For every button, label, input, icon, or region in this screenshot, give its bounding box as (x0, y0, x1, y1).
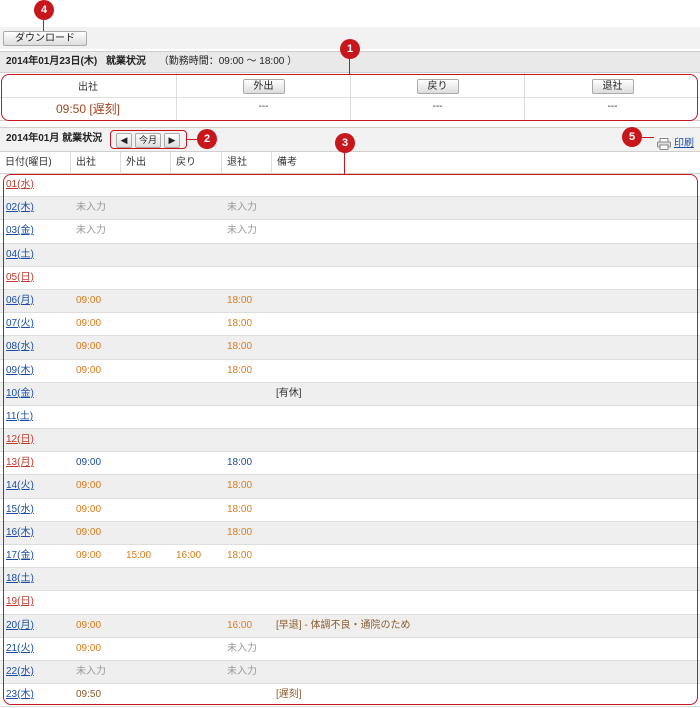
col-clock-in: 出社 (70, 152, 120, 174)
callout-box-2 (110, 130, 187, 149)
callout-marker-2: 2 (197, 129, 217, 149)
col-leave: 退社 (221, 152, 271, 174)
callout-line-4 (43, 20, 44, 31)
today-status-title: 就業状況 (105, 56, 146, 67)
work-hours: （勤務時間：09:00 〜 18:00 ） (158, 56, 298, 67)
callout-marker-3: 3 (335, 133, 355, 153)
monthly-title: 2014年01月 就業状況 (6, 133, 103, 144)
download-button[interactable]: ダウンロード (3, 31, 87, 46)
callout-line-3 (344, 153, 345, 174)
callout-line-1 (349, 59, 350, 74)
callout-box-1 (1, 74, 698, 121)
printer-icon (657, 138, 671, 150)
callout-line-2 (187, 139, 197, 140)
col-go-out: 外出 (120, 152, 170, 174)
callout-marker-4: 4 (34, 0, 54, 20)
today-date-title: 2014年01月23日(木) (6, 56, 98, 67)
callout-box-3 (3, 174, 698, 705)
col-note: 備考 (271, 152, 700, 174)
col-date: 日付(曜日) (5, 157, 52, 168)
col-return: 戻り (170, 152, 221, 174)
callout-marker-1: 1 (340, 39, 360, 59)
callout-line-5 (642, 137, 654, 138)
callout-marker-5: 5 (622, 127, 642, 147)
table-header: 日付(曜日) 出社 外出 戻り 退社 備考 (0, 151, 700, 174)
